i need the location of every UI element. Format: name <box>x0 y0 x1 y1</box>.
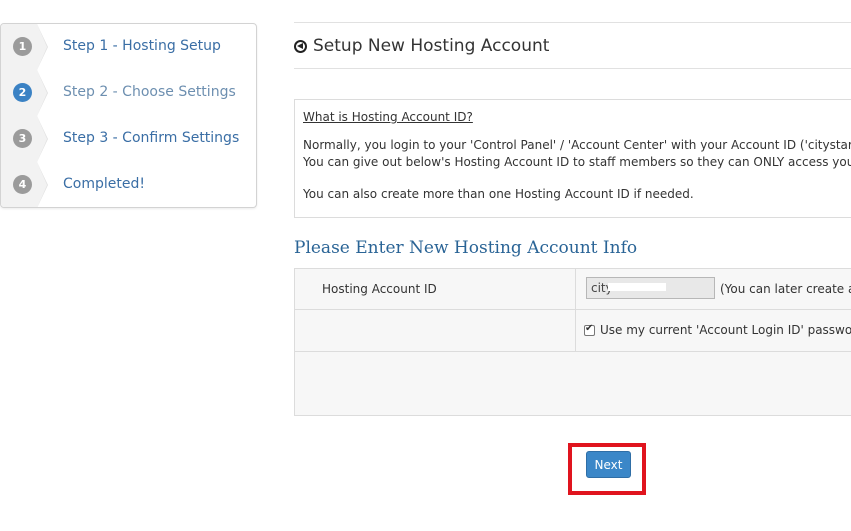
wizard-step-2[interactable]: 2 Step 2 - Choose Settings <box>1 70 256 116</box>
account-id-label: Hosting Account ID <box>322 282 437 296</box>
info-heading: What is Hosting Account ID? <box>303 110 473 124</box>
info-line: You can give out below's Hosting Account… <box>303 155 851 169</box>
info-box: What is Hosting Account ID? Normally, yo… <box>294 99 851 218</box>
divider <box>294 68 851 69</box>
use-password-checkbox[interactable] <box>584 323 595 336</box>
highlight-box <box>568 443 646 495</box>
form-row-account-id: Hosting Account ID (You can later create… <box>295 269 851 310</box>
step-label[interactable]: Step 1 - Hosting Setup <box>63 38 221 54</box>
use-password-option[interactable]: Use my current 'Account Login ID' passwo… <box>584 323 851 337</box>
hosting-account-form: Hosting Account ID (You can later create… <box>294 268 851 495</box>
info-line: Normally, you login to your 'Control Pan… <box>303 138 851 152</box>
wizard-step-1[interactable]: 1 Step 1 - Hosting Setup <box>1 24 256 70</box>
redaction-mask <box>608 283 666 291</box>
use-password-label[interactable]: Use my current 'Account Login ID' passwo… <box>600 323 851 337</box>
step-label[interactable]: Completed! <box>63 176 145 192</box>
step-label[interactable]: Step 2 - Choose Settings <box>63 84 236 100</box>
info-line: You can also create more than one Hostin… <box>303 187 694 201</box>
step-number: 1 <box>13 37 32 56</box>
section-title: Please Enter New Hosting Account Info <box>294 238 638 258</box>
form-row-password: Use my current 'Account Login ID' passwo… <box>295 310 851 352</box>
wizard-steps: 1 Step 1 - Hosting Setup 2 Step 2 - Choo… <box>0 23 257 208</box>
wizard-step-3[interactable]: 3 Step 3 - Confirm Settings <box>1 116 256 162</box>
page-title: Setup New Hosting Account <box>294 36 549 56</box>
form-row-actions: Next <box>295 352 851 495</box>
step-number: 2 <box>13 83 32 102</box>
step-number: 3 <box>13 129 32 148</box>
page-title-text: Setup New Hosting Account <box>313 36 550 56</box>
circle-arrow-left-icon <box>294 39 307 53</box>
column-divider <box>575 269 576 352</box>
account-id-note: (You can later create ad <box>720 282 851 296</box>
step-label[interactable]: Step 3 - Confirm Settings <box>63 130 239 146</box>
step-number: 4 <box>13 175 32 194</box>
wizard-step-4[interactable]: 4 Completed! <box>1 162 256 207</box>
divider <box>294 22 851 23</box>
